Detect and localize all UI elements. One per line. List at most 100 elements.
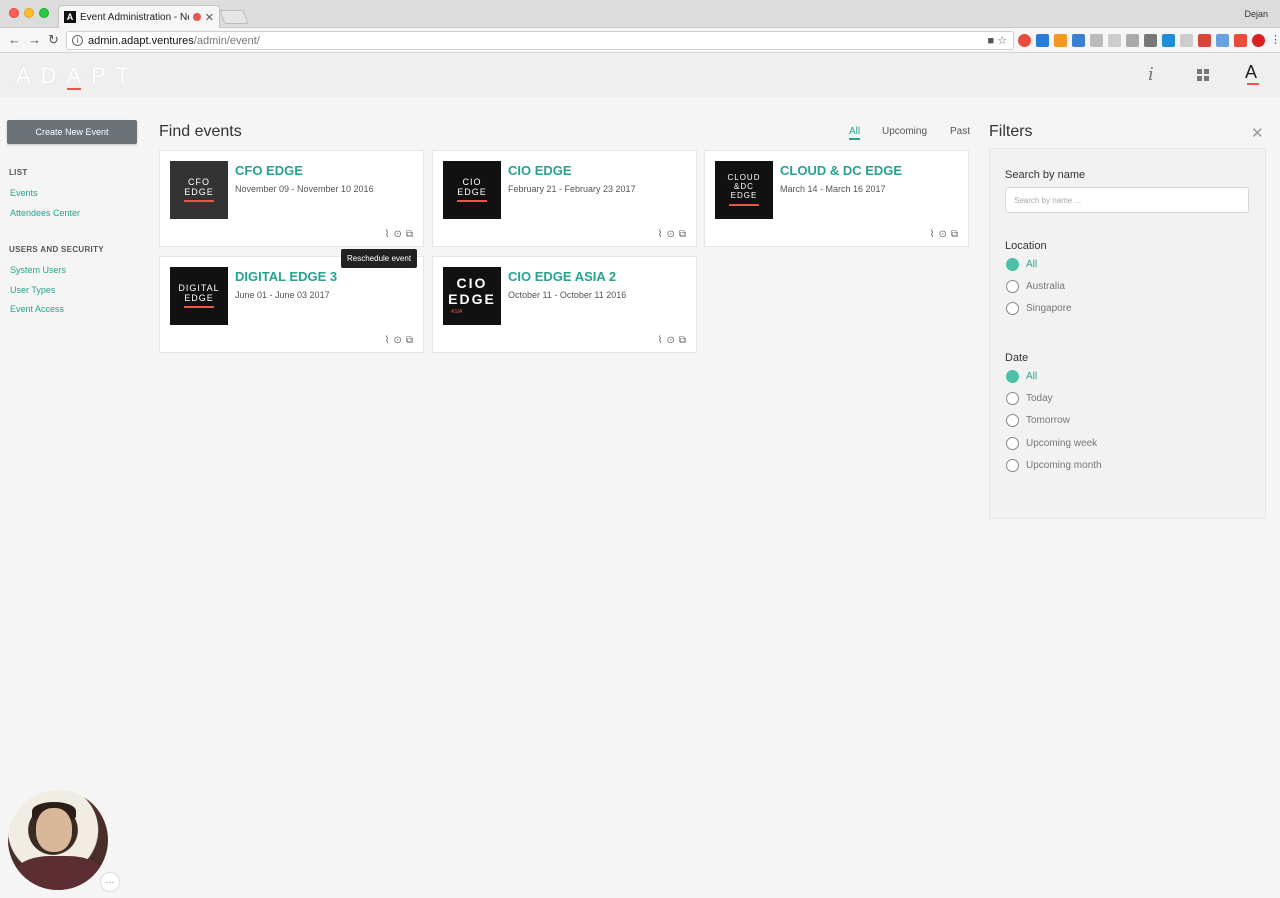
site-info-icon[interactable]: i (72, 35, 83, 46)
event-dates: October 11 - October 11 2016 (508, 290, 627, 300)
date-option-tomorrow[interactable]: Tomorrow (1006, 414, 1070, 427)
location-option-singapore[interactable]: Singapore (1006, 302, 1072, 315)
option-label: Upcoming month (1026, 460, 1102, 471)
event-card[interactable]: CLOUD &DC EDGE CLOUD & DC EDGE March 14 … (704, 150, 969, 247)
event-card[interactable]: CIO EDGE ASIA CIO EDGE ASIA 2 October 11… (432, 256, 697, 353)
event-dates: June 01 - June 03 2017 (235, 290, 330, 300)
date-option-upcoming-week[interactable]: Upcoming week (1006, 437, 1097, 450)
date-option-all[interactable]: All (1006, 370, 1037, 383)
extension-icon[interactable] (1090, 34, 1103, 47)
search-input[interactable] (1005, 187, 1249, 213)
thumb-accent (729, 203, 759, 206)
location-option-australia[interactable]: Australia (1006, 280, 1065, 293)
radio-icon (1006, 280, 1019, 293)
extension-icon[interactable] (1126, 34, 1139, 47)
attachment-icon[interactable]: ⌇ (385, 229, 390, 240)
new-tab-button[interactable] (219, 10, 249, 24)
thumb-line: EDGE (457, 186, 487, 197)
reschedule-icon[interactable]: ⊙ (666, 229, 674, 240)
webcam-face (36, 808, 72, 852)
avatar[interactable]: A (1245, 62, 1257, 83)
extension-icon[interactable] (1144, 34, 1157, 47)
adapt-logo[interactable]: ADAPT (16, 63, 139, 89)
event-card[interactable]: DIGITAL EDGE DIGITAL EDGE 3 June 01 - Ju… (159, 256, 424, 353)
tab-upcoming[interactable]: Upcoming (882, 126, 927, 137)
webcam-more-icon[interactable]: ··· (100, 872, 120, 892)
extension-icon[interactable] (1018, 34, 1031, 47)
tab-all[interactable]: All (849, 126, 861, 140)
event-title[interactable]: CIO EDGE (508, 163, 572, 178)
back-icon[interactable]: ← (8, 32, 21, 47)
sidebar-item-user-types[interactable]: User Types (10, 285, 55, 295)
duplicate-icon[interactable]: ⧉ (406, 229, 413, 240)
apps-grid-icon[interactable] (1197, 69, 1209, 81)
extension-icon[interactable] (1162, 34, 1175, 47)
list-heading: LIST (9, 168, 28, 177)
duplicate-icon[interactable]: ⧉ (679, 335, 686, 346)
location-option-all[interactable]: All (1006, 258, 1037, 271)
zoom-window-button[interactable] (39, 8, 49, 18)
browser-tab[interactable]: A Event Administration - Nexi ✕ (58, 5, 220, 28)
extension-icon[interactable] (1216, 34, 1229, 47)
avatar-accent (1247, 83, 1259, 85)
url-path: /admin/event/ (193, 34, 260, 47)
address-bar-row: ← → ↻ i admin.adapt.ventures/admin/event… (0, 28, 1280, 53)
reschedule-icon[interactable]: ⊙ (666, 335, 674, 346)
location-label: Location (1005, 240, 1047, 252)
event-actions: ⌇ ⊙ ⧉ (385, 335, 413, 346)
url-input[interactable]: i admin.adapt.ventures/admin/event/ ■ ☆ (66, 31, 1014, 50)
attachment-icon[interactable]: ⌇ (658, 335, 663, 346)
event-dates: March 14 - March 16 2017 (780, 184, 886, 194)
sidebar-item-events[interactable]: Events (10, 188, 38, 198)
extension-icon[interactable] (1072, 34, 1085, 47)
extension-icon[interactable] (1234, 34, 1247, 47)
minimize-window-button[interactable] (24, 8, 34, 18)
sidebar-item-system-users[interactable]: System Users (10, 265, 66, 275)
profile-name[interactable]: Dejan (1244, 9, 1268, 19)
reschedule-icon[interactable]: ⊙ (938, 229, 946, 240)
reschedule-icon[interactable]: ⊙ (393, 335, 401, 346)
close-icon[interactable]: ✕ (1251, 124, 1264, 142)
date-option-today[interactable]: Today (1006, 392, 1053, 405)
attachment-icon[interactable]: ⌇ (385, 335, 390, 346)
extension-icon[interactable] (1252, 34, 1265, 47)
event-title[interactable]: DIGITAL EDGE 3 (235, 269, 337, 284)
menu-icon[interactable]: ⋮ (1270, 34, 1280, 47)
thumb-line: EDGE (730, 190, 758, 200)
duplicate-icon[interactable]: ⧉ (679, 229, 686, 240)
sidebar-item-attendees-center[interactable]: Attendees Center (10, 208, 80, 218)
duplicate-icon[interactable]: ⧉ (406, 335, 413, 346)
sidebar-item-event-access[interactable]: Event Access (10, 304, 64, 314)
close-tab-icon[interactable]: ✕ (205, 11, 214, 24)
event-title[interactable]: CIO EDGE ASIA 2 (508, 269, 616, 284)
event-title[interactable]: CFO EDGE (235, 163, 303, 178)
option-label: Australia (1026, 281, 1065, 292)
webcam-shirt (16, 856, 102, 890)
reload-icon[interactable]: ↻ (48, 32, 59, 48)
forward-icon[interactable]: → (28, 32, 41, 47)
reschedule-icon[interactable]: ⊙ (393, 229, 401, 240)
create-new-event-button[interactable]: Create New Event (7, 120, 137, 144)
extension-icon[interactable] (1198, 34, 1211, 47)
extension-icon[interactable] (1180, 34, 1193, 47)
event-card[interactable]: CIO EDGE CIO EDGE February 21 - February… (432, 150, 697, 247)
close-window-button[interactable] (9, 8, 19, 18)
date-option-upcoming-month[interactable]: Upcoming month (1006, 459, 1102, 472)
event-dates: February 21 - February 23 2017 (508, 184, 636, 194)
radio-icon (1006, 392, 1019, 405)
thumb-accent (184, 200, 214, 203)
extension-icon[interactable] (1108, 34, 1121, 47)
extension-icon[interactable] (1054, 34, 1067, 47)
event-thumbnail: CIO EDGE (443, 161, 501, 219)
duplicate-icon[interactable]: ⧉ (951, 229, 958, 240)
option-label: Today (1026, 393, 1053, 404)
radio-icon (1006, 437, 1019, 450)
tab-past[interactable]: Past (950, 126, 970, 137)
info-icon[interactable]: i (1148, 64, 1154, 85)
event-card[interactable]: CFO EDGE CFO EDGE November 09 - November… (159, 150, 424, 247)
bookmark-star-icon[interactable]: ■ ☆ (987, 34, 1007, 47)
event-title[interactable]: CLOUD & DC EDGE (780, 163, 902, 178)
extension-icon[interactable] (1036, 34, 1049, 47)
attachment-icon[interactable]: ⌇ (658, 229, 663, 240)
attachment-icon[interactable]: ⌇ (930, 229, 935, 240)
